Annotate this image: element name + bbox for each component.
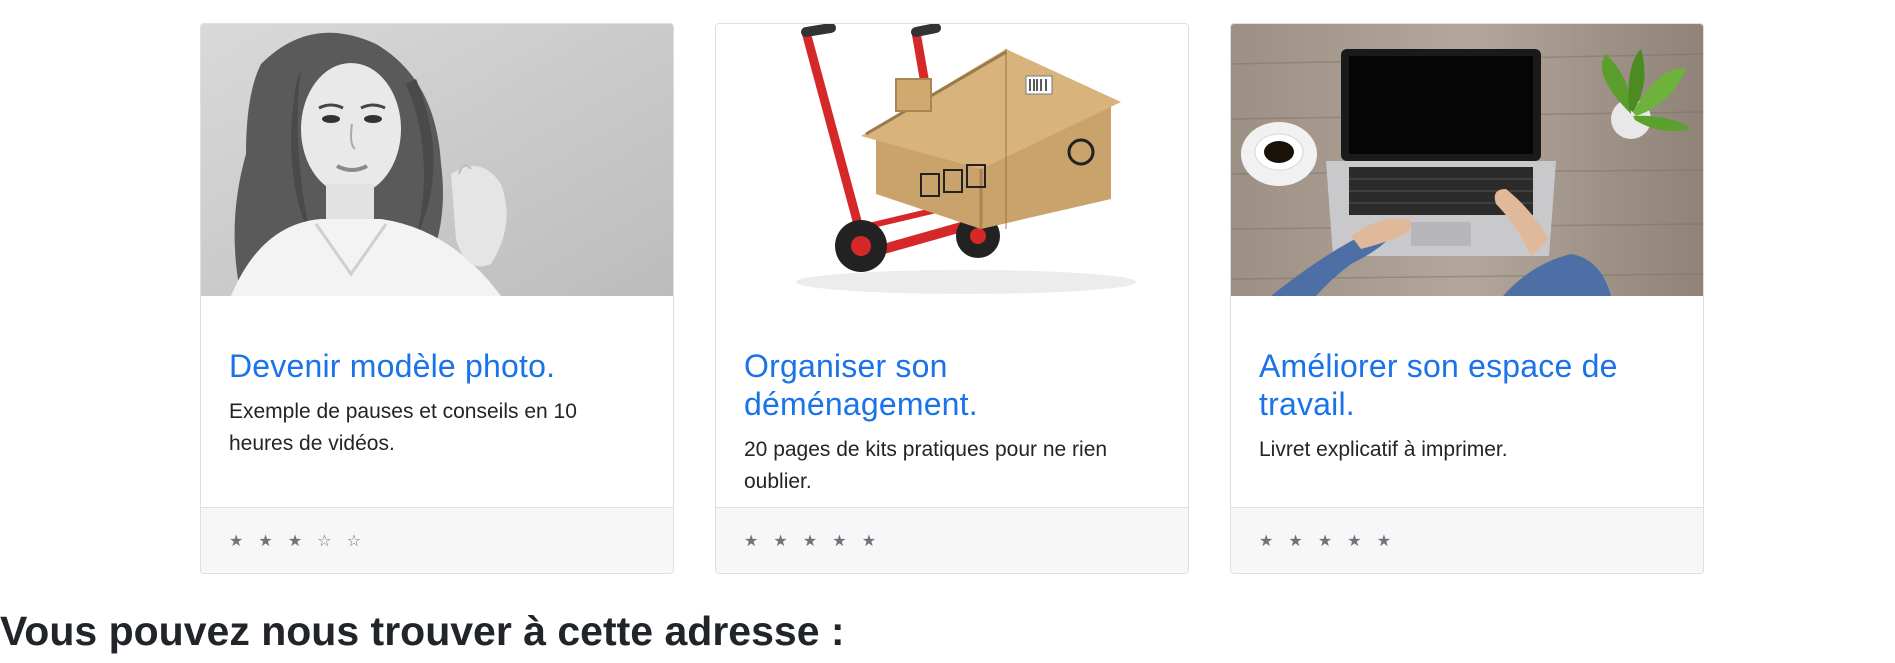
card-title-link[interactable]: Devenir modèle photo. bbox=[229, 296, 645, 385]
card-footer-rating: ★ ★ ★ ☆ ☆ bbox=[201, 507, 673, 573]
card-body: Devenir modèle photo. Exemple de pauses … bbox=[201, 296, 673, 528]
card-image-woman-portrait bbox=[201, 24, 673, 296]
card-description: Exemple de pauses et conseils en 10 heur… bbox=[229, 400, 577, 455]
cards-row: Devenir modèle photo. Exemple de pauses … bbox=[200, 23, 1704, 576]
star-rating: ★ ★ ★ ★ ★ bbox=[1259, 531, 1397, 550]
card-title-link[interactable]: Améliorer son espace de travail. bbox=[1259, 296, 1675, 423]
card-image-moving-box-trolley bbox=[716, 24, 1188, 296]
card-footer-rating: ★ ★ ★ ★ ★ bbox=[1231, 507, 1703, 573]
card-workspace: Améliorer son espace de travail. Livret … bbox=[1230, 23, 1704, 574]
card-description: Livret explicatif à imprimer. bbox=[1259, 438, 1508, 461]
card-footer-rating: ★ ★ ★ ★ ★ bbox=[716, 507, 1188, 573]
card-model-photo: Devenir modèle photo. Exemple de pauses … bbox=[200, 23, 674, 574]
address-heading: Vous pouvez nous trouver à cette adresse… bbox=[0, 608, 845, 654]
card-image-laptop-desk bbox=[1231, 24, 1703, 296]
card-body: Organiser son déménagement. 20 pages de … bbox=[716, 296, 1188, 528]
card-title-link[interactable]: Organiser son déménagement. bbox=[744, 296, 1160, 423]
card-description: 20 pages de kits pratiques pour ne rien … bbox=[744, 438, 1108, 493]
card-moving: Organiser son déménagement. 20 pages de … bbox=[715, 23, 1189, 574]
card-body: Améliorer son espace de travail. Livret … bbox=[1231, 296, 1703, 528]
star-rating: ★ ★ ★ ★ ★ bbox=[744, 531, 882, 550]
star-rating: ★ ★ ★ ☆ ☆ bbox=[229, 531, 367, 550]
